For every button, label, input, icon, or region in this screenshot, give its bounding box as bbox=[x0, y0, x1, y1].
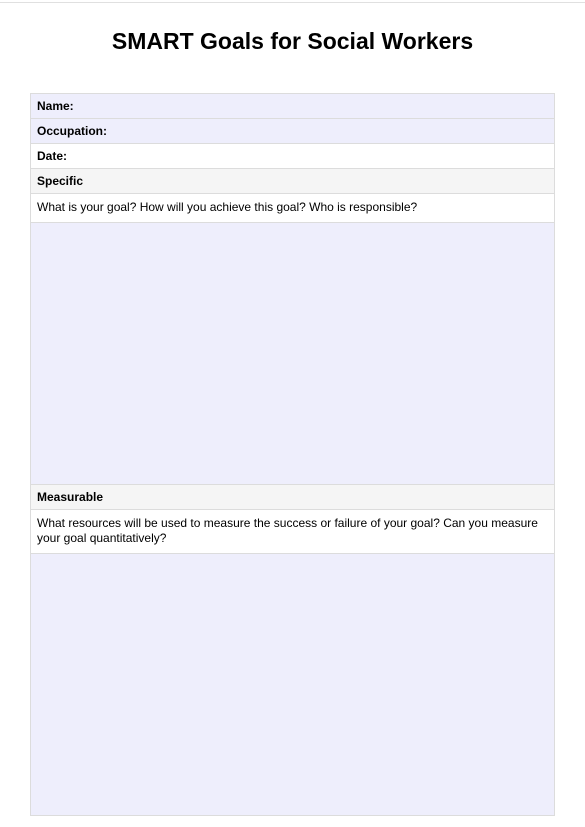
occupation-row[interactable]: Occupation: bbox=[31, 119, 555, 144]
name-row[interactable]: Name: bbox=[31, 94, 555, 119]
date-row[interactable]: Date: bbox=[31, 144, 555, 169]
measurable-answer-area[interactable] bbox=[31, 553, 555, 815]
form-table: Name: Occupation: Date: Specific What is… bbox=[30, 93, 555, 816]
occupation-label: Occupation: bbox=[37, 124, 107, 138]
date-label: Date: bbox=[37, 149, 67, 163]
specific-prompt: What is your goal? How will you achieve … bbox=[31, 194, 555, 223]
specific-answer-area[interactable] bbox=[31, 222, 555, 484]
name-label: Name: bbox=[37, 99, 74, 113]
page-title: SMART Goals for Social Workers bbox=[0, 28, 585, 55]
page-container: SMART Goals for Social Workers Name: Occ… bbox=[0, 0, 585, 827]
measurable-prompt: What resources will be used to measure t… bbox=[31, 509, 555, 553]
measurable-header: Measurable bbox=[31, 484, 555, 509]
specific-header: Specific bbox=[31, 169, 555, 194]
top-divider bbox=[0, 2, 585, 3]
